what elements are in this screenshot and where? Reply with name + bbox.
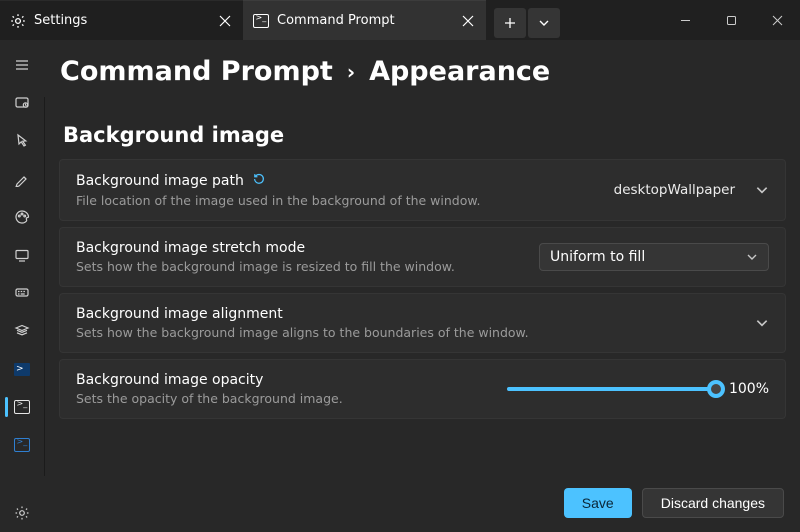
setting-value: desktopWallpaper xyxy=(614,182,735,198)
chevron-down-icon xyxy=(746,251,758,263)
menu-button[interactable] xyxy=(2,46,42,84)
main-area: Command Prompt › Appearance Background i… xyxy=(0,40,800,532)
setting-stretch-mode: Background image stretch mode Sets how t… xyxy=(59,227,786,287)
setting-background-image-path[interactable]: Background image path File location of t… xyxy=(59,159,786,221)
slider-thumb[interactable] xyxy=(707,380,725,398)
setting-title: Background image stretch mode xyxy=(76,240,305,256)
close-button[interactable] xyxy=(754,0,800,40)
sidebar-item-azure[interactable] xyxy=(2,426,42,464)
setting-title: Background image opacity xyxy=(76,372,263,388)
sidebar-item-profiles[interactable] xyxy=(2,312,42,350)
select-value: Uniform to fill xyxy=(550,249,722,265)
chevron-down-icon[interactable] xyxy=(755,183,769,197)
setting-desc: Sets how the background image aligns to … xyxy=(76,325,743,340)
tab-settings[interactable]: Settings xyxy=(0,0,243,40)
tab-menu-button[interactable] xyxy=(528,8,560,38)
new-tab-button[interactable] xyxy=(494,8,526,38)
sidebar-item-startup[interactable] xyxy=(2,84,42,122)
setting-opacity: Background image opacity Sets the opacit… xyxy=(59,359,786,419)
sidebar-item-actions[interactable] xyxy=(2,274,42,312)
setting-alignment[interactable]: Background image alignment Sets how the … xyxy=(59,293,786,353)
sidebar-item-command-prompt[interactable] xyxy=(2,388,42,426)
breadcrumb: Command Prompt › Appearance xyxy=(44,40,800,97)
titlebar: Settings Command Prompt xyxy=(0,0,800,40)
powershell-icon xyxy=(14,363,30,376)
new-tab-group xyxy=(486,0,560,40)
opacity-value: 100% xyxy=(729,381,769,397)
window-controls xyxy=(662,0,800,40)
breadcrumb-current: Appearance xyxy=(369,56,550,87)
tab-label: Command Prompt xyxy=(277,13,452,28)
setting-title: Background image path xyxy=(76,173,244,189)
footer: Save Discard changes xyxy=(44,476,800,532)
sidebar-item-color[interactable] xyxy=(2,198,42,236)
sidebar-item-rendering[interactable] xyxy=(2,236,42,274)
save-button[interactable]: Save xyxy=(564,488,632,518)
setting-desc: Sets the opacity of the background image… xyxy=(76,391,495,406)
sidebar-item-interaction[interactable] xyxy=(2,122,42,160)
chevron-right-icon: › xyxy=(347,60,355,84)
breadcrumb-parent[interactable]: Command Prompt xyxy=(60,56,333,87)
tab-label: Settings xyxy=(34,13,209,28)
sidebar xyxy=(0,40,44,532)
close-icon[interactable] xyxy=(217,13,233,29)
sidebar-item-powershell[interactable] xyxy=(2,350,42,388)
maximize-button[interactable] xyxy=(708,0,754,40)
close-icon[interactable] xyxy=(460,13,476,29)
titlebar-spacer xyxy=(560,0,662,40)
discard-button[interactable]: Discard changes xyxy=(642,488,784,518)
reset-icon[interactable] xyxy=(252,172,266,190)
settings-scroll[interactable]: Background image Background image path F… xyxy=(44,97,800,476)
setting-title: Background image alignment xyxy=(76,306,283,322)
terminal-icon xyxy=(14,400,30,414)
sidebar-item-appearance[interactable] xyxy=(2,160,42,198)
tab-command-prompt[interactable]: Command Prompt xyxy=(243,0,486,40)
minimize-button[interactable] xyxy=(662,0,708,40)
setting-desc: File location of the image used in the b… xyxy=(76,193,602,208)
gear-icon xyxy=(10,13,26,29)
terminal-icon xyxy=(253,13,269,29)
setting-desc: Sets how the background image is resized… xyxy=(76,259,527,274)
chevron-down-icon[interactable] xyxy=(755,316,769,330)
content: Command Prompt › Appearance Background i… xyxy=(44,40,800,532)
opacity-slider[interactable] xyxy=(507,387,717,391)
sidebar-settings-button[interactable] xyxy=(2,494,42,532)
section-title: Background image xyxy=(63,123,782,147)
stretch-mode-select[interactable]: Uniform to fill xyxy=(539,243,769,271)
azure-terminal-icon xyxy=(14,438,30,452)
